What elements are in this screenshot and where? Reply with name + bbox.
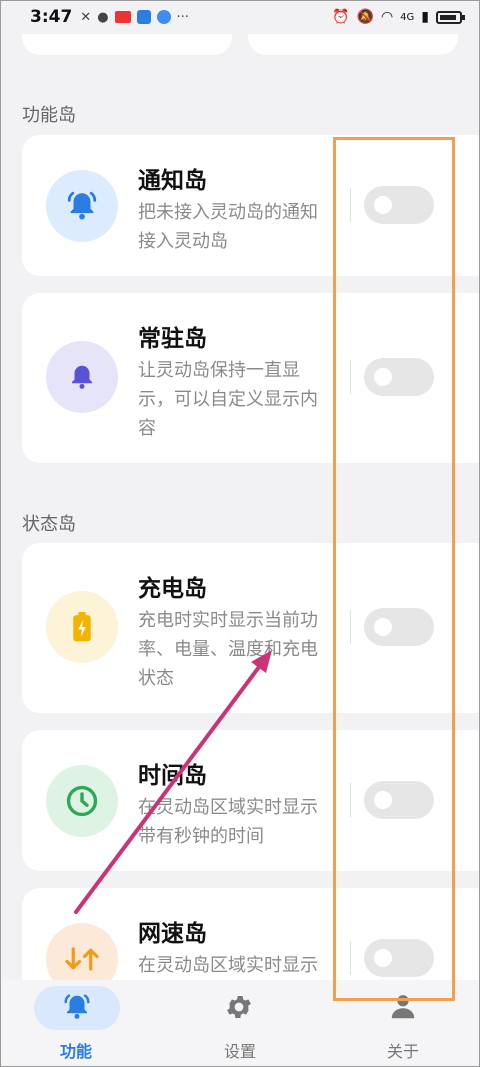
- nav-label: 关于: [386, 1042, 419, 1061]
- wifi-icon: ◠: [380, 9, 394, 25]
- divider: [350, 941, 351, 975]
- card-title: 充电岛: [138, 576, 207, 602]
- gear-icon: [224, 992, 254, 1026]
- bell-ringing-icon: [46, 170, 118, 242]
- card-title: 网速岛: [138, 921, 207, 947]
- nav-item-settings[interactable]: 设置: [180, 980, 300, 1067]
- divider: [350, 188, 351, 222]
- bell-icon: [62, 992, 92, 1026]
- section-title-function: 功能岛: [22, 105, 76, 126]
- card-description: 在灵动岛区域实时显示带有秒钟的时间: [138, 797, 318, 847]
- card-description: 把未接入灵动岛的通知接入灵动岛: [138, 202, 318, 252]
- divider: [350, 610, 351, 644]
- bell-icon: [46, 341, 118, 413]
- clock-icon: [46, 765, 118, 837]
- card-resident-island[interactable]: 常驻岛 让灵动岛保持一直显示，可以自定义显示内容: [22, 293, 480, 463]
- resident-island-toggle[interactable]: [364, 358, 434, 396]
- mute-icon: 🔕: [356, 9, 374, 25]
- network-type: 4G: [400, 11, 415, 23]
- nav-label: 功能: [59, 1042, 92, 1061]
- browser-icon: [156, 10, 171, 24]
- card-description: 充电时实时显示当前功率、电量、温度和充电状态: [138, 610, 318, 689]
- notification-island-toggle[interactable]: [364, 186, 434, 224]
- card-title: 时间岛: [138, 763, 207, 789]
- shield-icon: [136, 10, 151, 24]
- more-notifications-icon: ···: [176, 9, 189, 25]
- card-notification-island[interactable]: 通知岛 把未接入灵动岛的通知接入灵动岛: [22, 135, 480, 276]
- nav-label: 设置: [223, 1042, 256, 1061]
- card-description: 让灵动岛保持一直显示，可以自定义显示内容: [138, 360, 318, 439]
- divider: [350, 360, 351, 394]
- card-title: 通知岛: [138, 168, 207, 194]
- nav-item-about[interactable]: 关于: [343, 980, 463, 1067]
- status-time: 3:47: [30, 7, 73, 27]
- bottom-navigation: 功能 设置 关于: [0, 980, 480, 1067]
- battery-icon: [436, 10, 465, 24]
- card-charging-island[interactable]: 充电岛 充电时实时显示当前功率、电量、温度和充电状态: [22, 543, 480, 713]
- network-speed-island-toggle[interactable]: [364, 939, 434, 977]
- nav-item-function[interactable]: 功能: [16, 980, 136, 1067]
- time-island-toggle[interactable]: [364, 781, 434, 819]
- app-notification-icon: [114, 11, 131, 23]
- status-bar: 3:47 ✕ ● ··· ⏰ 🔕 ◠ 4G ▮: [0, 0, 480, 34]
- person-icon: [388, 992, 418, 1026]
- alarm-icon: ⏰: [332, 9, 350, 25]
- divider: [350, 783, 351, 817]
- signal-icon: ▮: [421, 9, 429, 25]
- card-time-island[interactable]: 时间岛 在灵动岛区域实时显示带有秒钟的时间: [22, 730, 480, 871]
- wechat-icon: ●: [97, 9, 109, 25]
- charging-island-toggle[interactable]: [364, 608, 434, 646]
- battery-charging-icon: [46, 591, 118, 663]
- no-call-icon: ✕: [80, 9, 92, 25]
- card-title: 常驻岛: [138, 326, 207, 352]
- section-title-status: 状态岛: [22, 514, 76, 535]
